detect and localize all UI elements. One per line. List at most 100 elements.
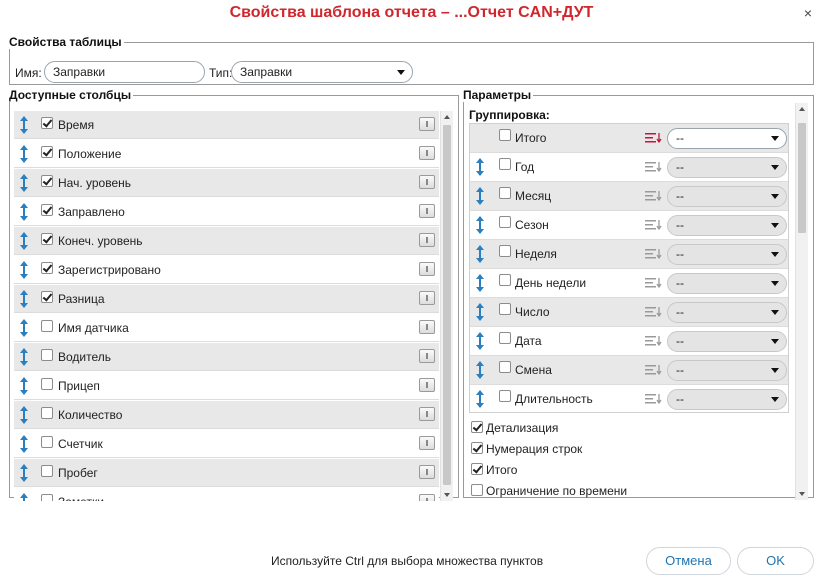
sort-icon[interactable]: [645, 335, 663, 347]
scroll-down-icon[interactable]: [444, 493, 450, 497]
grouping-row[interactable]: Месяц --: [470, 182, 788, 211]
close-icon[interactable]: ×: [801, 6, 815, 20]
column-settings-icon[interactable]: [419, 146, 435, 160]
parameters-scrollbar[interactable]: [795, 103, 808, 500]
drag-handle-icon[interactable]: [19, 406, 29, 424]
column-checkbox[interactable]: [41, 349, 53, 361]
column-checkbox[interactable]: [41, 465, 53, 477]
drag-handle-icon[interactable]: [19, 348, 29, 366]
grouping-select[interactable]: --: [667, 360, 787, 381]
grouping-checkbox[interactable]: [499, 274, 511, 286]
sort-icon[interactable]: [645, 219, 663, 231]
grouping-checkbox[interactable]: [499, 245, 511, 257]
grouping-checkbox[interactable]: [499, 216, 511, 228]
column-checkbox[interactable]: [41, 436, 53, 448]
column-row[interactable]: Разница: [14, 285, 439, 313]
column-row[interactable]: Прицеп: [14, 372, 439, 400]
column-checkbox[interactable]: [41, 117, 53, 129]
option-checkbox[interactable]: [471, 442, 483, 454]
grouping-checkbox[interactable]: [499, 390, 511, 402]
grouping-row[interactable]: Число --: [470, 298, 788, 327]
column-checkbox[interactable]: [41, 204, 53, 216]
column-row[interactable]: Заметки: [14, 488, 439, 501]
column-row[interactable]: Положение: [14, 140, 439, 168]
grouping-checkbox[interactable]: [499, 361, 511, 373]
drag-handle-icon[interactable]: [19, 377, 29, 395]
grouping-select[interactable]: --: [667, 157, 787, 178]
drag-handle-icon[interactable]: [19, 116, 29, 134]
column-settings-icon[interactable]: [419, 291, 435, 305]
grouping-row[interactable]: День недели --: [470, 269, 788, 298]
drag-handle-icon[interactable]: [475, 245, 485, 263]
column-settings-icon[interactable]: [419, 465, 435, 479]
grouping-select[interactable]: --: [667, 331, 787, 352]
drag-handle-icon[interactable]: [19, 174, 29, 192]
grouping-checkbox[interactable]: [499, 332, 511, 344]
grouping-select[interactable]: --: [667, 302, 787, 323]
column-row[interactable]: Пробег: [14, 459, 439, 487]
grouping-row[interactable]: Год --: [470, 153, 788, 182]
drag-handle-icon[interactable]: [19, 145, 29, 163]
column-settings-icon[interactable]: [419, 233, 435, 247]
scroll-down-icon[interactable]: [799, 492, 805, 496]
grouping-select[interactable]: --: [667, 273, 787, 294]
sort-icon[interactable]: [645, 161, 663, 173]
grouping-row[interactable]: Итого --: [470, 124, 788, 153]
parameters-scrollbar-thumb[interactable]: [798, 123, 806, 233]
drag-handle-icon[interactable]: [475, 332, 485, 350]
column-settings-icon[interactable]: [419, 117, 435, 131]
grouping-select[interactable]: --: [667, 186, 787, 207]
drag-handle-icon[interactable]: [19, 290, 29, 308]
column-checkbox[interactable]: [41, 494, 53, 501]
grouping-select[interactable]: --: [667, 128, 787, 149]
grouping-row[interactable]: Неделя --: [470, 240, 788, 269]
column-row[interactable]: Заправлено: [14, 198, 439, 226]
column-settings-icon[interactable]: [419, 175, 435, 189]
column-checkbox[interactable]: [41, 407, 53, 419]
option-checkbox[interactable]: [471, 463, 483, 475]
drag-handle-icon[interactable]: [19, 319, 29, 337]
grouping-checkbox[interactable]: [499, 187, 511, 199]
template-name-input[interactable]: [44, 61, 205, 83]
column-row[interactable]: Время: [14, 111, 439, 139]
column-row[interactable]: Конеч. уровень: [14, 227, 439, 255]
cancel-button[interactable]: Отмена: [646, 547, 731, 575]
column-settings-icon[interactable]: [419, 494, 435, 501]
column-checkbox[interactable]: [41, 146, 53, 158]
column-row[interactable]: Зарегистрировано: [14, 256, 439, 284]
ok-button[interactable]: OK: [737, 547, 814, 575]
option-checkbox[interactable]: [471, 484, 483, 496]
grouping-select[interactable]: --: [667, 244, 787, 265]
column-checkbox[interactable]: [41, 233, 53, 245]
sort-icon[interactable]: [645, 190, 663, 202]
grouping-checkbox[interactable]: [499, 129, 511, 141]
scroll-up-icon[interactable]: [444, 115, 450, 119]
column-checkbox[interactable]: [41, 262, 53, 274]
grouping-row[interactable]: Смена --: [470, 356, 788, 385]
scroll-up-icon[interactable]: [799, 107, 805, 111]
column-checkbox[interactable]: [41, 175, 53, 187]
drag-handle-icon[interactable]: [19, 435, 29, 453]
column-settings-icon[interactable]: [419, 320, 435, 334]
grouping-select[interactable]: --: [667, 215, 787, 236]
column-row[interactable]: Имя датчика: [14, 314, 439, 342]
drag-handle-icon[interactable]: [475, 361, 485, 379]
sort-icon[interactable]: [645, 393, 663, 405]
option-checkbox[interactable]: [471, 421, 483, 433]
drag-handle-icon[interactable]: [19, 232, 29, 250]
grouping-row[interactable]: Длительность --: [470, 385, 788, 412]
column-row[interactable]: Количество: [14, 401, 439, 429]
drag-handle-icon[interactable]: [19, 203, 29, 221]
grouping-row[interactable]: Дата --: [470, 327, 788, 356]
type-select[interactable]: Заправки: [231, 61, 413, 83]
column-row[interactable]: Счетчик: [14, 430, 439, 458]
drag-handle-icon[interactable]: [19, 261, 29, 279]
column-row[interactable]: Нач. уровень: [14, 169, 439, 197]
column-settings-icon[interactable]: [419, 407, 435, 421]
drag-handle-icon[interactable]: [475, 303, 485, 321]
column-checkbox[interactable]: [41, 320, 53, 332]
columns-scrollbar[interactable]: [440, 111, 453, 501]
column-settings-icon[interactable]: [419, 204, 435, 218]
sort-icon[interactable]: [645, 248, 663, 260]
drag-handle-icon[interactable]: [475, 158, 485, 176]
